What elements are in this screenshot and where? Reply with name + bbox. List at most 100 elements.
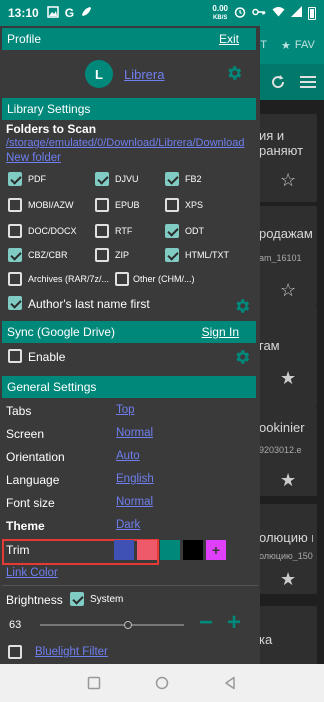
setting-value-link[interactable]: Auto	[116, 450, 140, 462]
format-label: DOC/DOCX	[28, 226, 77, 236]
menu-icon[interactable]	[296, 70, 320, 94]
star-filled-icon[interactable]: ★	[280, 470, 296, 491]
swatch-black[interactable]	[183, 540, 203, 560]
refresh-icon[interactable]	[266, 70, 290, 94]
format-checkbox[interactable]	[165, 172, 179, 186]
archives-checkbox[interactable]	[8, 272, 22, 286]
setting-label: Language	[6, 473, 60, 487]
swatch-magenta[interactable]: +	[206, 540, 226, 560]
swatch-blue[interactable]	[114, 540, 134, 560]
format-label: HTML/TXT	[185, 250, 229, 260]
alarm-icon	[234, 6, 246, 21]
format-checkbox[interactable]	[8, 248, 22, 262]
star-outline-icon[interactable]: ☆	[280, 280, 296, 301]
book-card[interactable]: гам	[255, 306, 317, 406]
format-checkbox[interactable]	[165, 224, 179, 238]
trim-label: Trim	[6, 543, 30, 557]
enable-sync-label: Enable	[28, 350, 66, 364]
brightness-slider[interactable]	[40, 621, 184, 629]
book-card[interactable]: ка	[255, 606, 317, 664]
gear-icon[interactable]	[233, 297, 251, 315]
format-label: FB2	[185, 174, 202, 184]
decrease-brightness-button[interactable]: −	[199, 611, 213, 635]
general-settings-header: General Settings	[2, 376, 256, 398]
format-label: EPUB	[115, 200, 140, 210]
sync-header: Sync (Google Drive) Sign In	[2, 321, 256, 343]
gear-icon[interactable]	[225, 64, 243, 82]
star-outline-icon[interactable]: ☆	[280, 170, 296, 191]
format-checkbox[interactable]	[8, 198, 22, 212]
setting-value-link[interactable]: Dark	[116, 519, 140, 531]
recent-apps-icon[interactable]	[87, 676, 101, 690]
setting-label: Screen	[6, 427, 45, 441]
signal-icon	[291, 6, 302, 20]
bluelight-filter-checkbox[interactable]	[8, 645, 22, 659]
navigation-bar	[0, 664, 324, 702]
folder-path-link[interactable]: /storage/emulated/0/Download/Librera/Dow…	[6, 137, 244, 149]
format-checkbox[interactable]	[8, 224, 22, 238]
format-label: ODT	[185, 226, 204, 236]
format-label: ZIP	[115, 250, 130, 260]
format-checkbox[interactable]	[8, 172, 22, 186]
bluelight-filter-link[interactable]: Bluelight Filter	[35, 646, 108, 658]
format-label: MOBI/AZW	[28, 200, 74, 210]
increase-brightness-button[interactable]: +	[227, 611, 241, 635]
home-icon[interactable]	[155, 676, 169, 690]
other-label: Other (CHM/...)	[133, 274, 195, 284]
author-last-name-label: Author's last name first	[28, 297, 150, 311]
background-tab-bar[interactable]: T ★ FAV	[255, 26, 324, 64]
color-swatches: +	[114, 540, 234, 560]
settings-drawer: Profile Exit L Librera Library Settings …	[0, 26, 260, 664]
gear-icon[interactable]	[233, 348, 251, 366]
folders-to-scan-label: Folders to Scan	[6, 122, 97, 136]
profile-header: Profile Exit	[2, 28, 256, 50]
format-label: DJVU	[115, 174, 139, 184]
image-notification-icon	[46, 5, 59, 21]
system-brightness-label: System	[90, 594, 124, 605]
swatch-red[interactable]	[137, 540, 157, 560]
profile-name-link[interactable]: Librera	[124, 67, 164, 82]
swatch-teal[interactable]	[160, 540, 180, 560]
wifi-icon	[272, 6, 285, 20]
exit-link[interactable]: Exit	[219, 32, 239, 46]
star-filled-icon[interactable]: ★	[280, 368, 296, 389]
tab-favorites[interactable]: ★ FAV	[281, 39, 315, 52]
star-filled-icon[interactable]: ★	[280, 569, 296, 590]
setting-value-link[interactable]: English	[116, 473, 154, 485]
archives-label: Archives (RAR/7z/...	[28, 274, 110, 284]
rocket-notification-icon	[80, 6, 92, 21]
setting-label: Tabs	[6, 404, 32, 418]
setting-label: Theme	[6, 519, 45, 533]
avatar[interactable]: L	[85, 60, 113, 88]
format-checkbox[interactable]	[165, 198, 179, 212]
format-checkbox[interactable]	[95, 198, 109, 212]
new-folder-link[interactable]: New folder	[6, 152, 61, 164]
format-checkbox[interactable]	[95, 172, 109, 186]
format-label: PDF	[28, 174, 46, 184]
setting-value-link[interactable]: Normal	[116, 496, 153, 508]
add-color-icon: +	[211, 542, 221, 558]
status-bar: 13:10 G 0.00 KB/S	[0, 0, 324, 26]
format-checkbox[interactable]	[95, 224, 109, 238]
brightness-label: Brightness	[6, 593, 63, 607]
setting-label: Font size	[6, 496, 55, 510]
sign-in-link[interactable]: Sign In	[202, 325, 239, 339]
link-color-link[interactable]: Link Color	[6, 567, 58, 579]
format-label: CBZ/CBR	[28, 250, 68, 260]
format-checkbox[interactable]	[95, 248, 109, 262]
slider-thumb[interactable]	[123, 621, 132, 629]
brightness-value: 63	[9, 619, 22, 631]
background-toolbar	[255, 64, 324, 100]
library-settings-header: Library Settings	[2, 98, 256, 120]
setting-value-link[interactable]: Top	[116, 404, 135, 416]
system-brightness-checkbox[interactable]	[70, 592, 84, 606]
divider	[2, 585, 258, 586]
setting-value-link[interactable]: Normal	[116, 427, 153, 439]
setting-label: Orientation	[6, 450, 65, 464]
back-icon[interactable]	[223, 676, 237, 690]
format-checkbox[interactable]	[165, 248, 179, 262]
author-last-name-checkbox[interactable]	[8, 296, 22, 310]
enable-sync-checkbox[interactable]	[8, 349, 22, 363]
other-checkbox[interactable]	[115, 272, 129, 286]
key-icon	[252, 6, 266, 20]
